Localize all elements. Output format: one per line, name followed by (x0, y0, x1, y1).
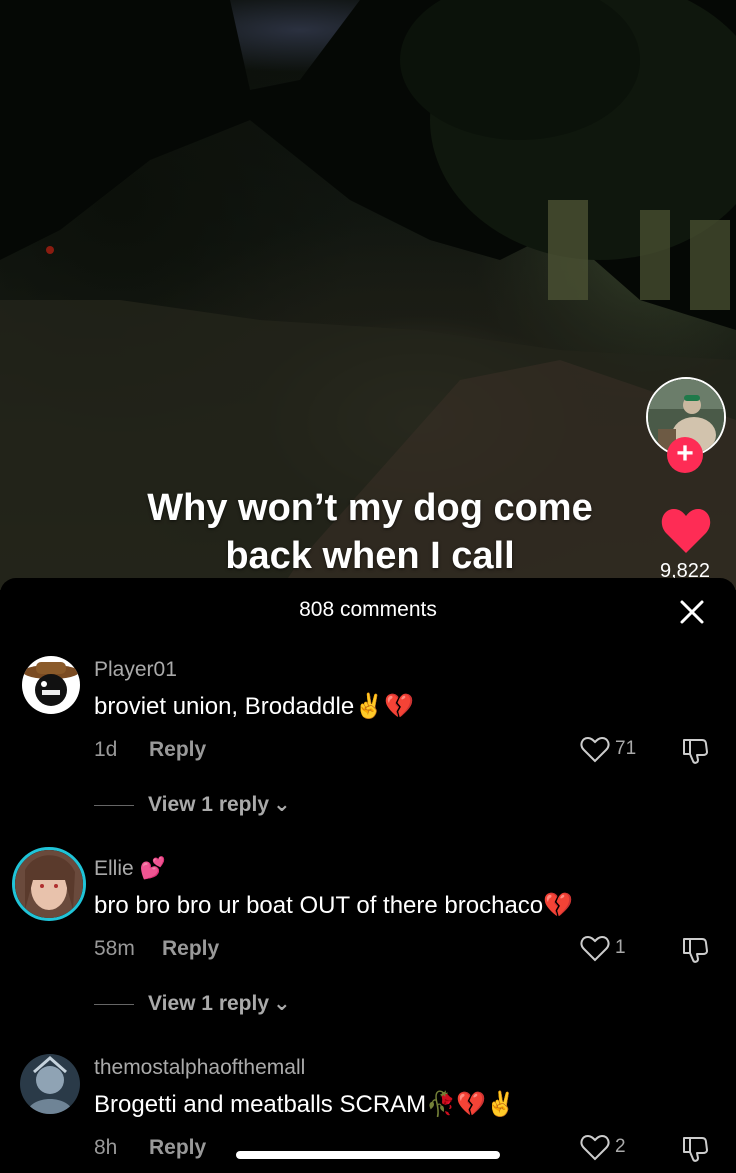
dislike-icon[interactable] (680, 935, 710, 965)
dislike-icon[interactable] (680, 1134, 710, 1164)
reply-button[interactable]: Reply (149, 738, 206, 762)
comment-like-count: 2 (615, 1136, 626, 1157)
divider (94, 804, 134, 806)
avatar[interactable] (20, 1054, 80, 1114)
comment-text: broviet union, Brodaddle✌️💔 (94, 693, 414, 720)
view-replies-label: View 1 reply (148, 992, 270, 1015)
chevron-down-icon: ⌄ (273, 793, 291, 816)
comment-username[interactable]: Player01 (94, 658, 177, 682)
avatar[interactable] (12, 847, 86, 921)
heart-outline-icon[interactable] (580, 1134, 610, 1162)
view-replies-label: View 1 reply (148, 793, 270, 816)
comment-text: Brogetti and meatballs SCRAM🥀💔✌️ (94, 1091, 516, 1118)
chevron-down-icon: ⌄ (273, 992, 291, 1015)
caption-line-1: Why won’t my dog come (147, 487, 593, 529)
heart-icon[interactable] (660, 507, 712, 555)
dislike-icon[interactable] (680, 736, 710, 766)
caption-line-2: back when I call (225, 535, 515, 577)
divider (94, 1003, 134, 1005)
comments-sheet: 808 comments Player01 broviet union, Bro… (0, 578, 736, 1173)
video-player[interactable]: Why won’t my dog come back when I call +… (0, 0, 736, 590)
close-icon[interactable] (676, 596, 708, 628)
comment-like-count: 1 (615, 937, 626, 958)
reply-button[interactable]: Reply (162, 937, 219, 961)
avatar-image (22, 656, 80, 714)
comment-time: 58m (94, 937, 135, 960)
comment-like-count: 71 (615, 738, 637, 759)
comment-text: bro bro bro ur boat OUT of there brochac… (94, 892, 574, 919)
follow-button[interactable]: + (667, 437, 703, 473)
video-caption: Why won’t my dog come back when I call (110, 484, 630, 580)
comment-username[interactable]: themostalphaofthemall (94, 1056, 305, 1080)
comment-time: 1d (94, 738, 118, 761)
comment-time: 8h (94, 1136, 118, 1159)
heart-outline-icon[interactable] (580, 935, 610, 963)
avatar-image (15, 850, 83, 918)
home-indicator[interactable] (236, 1151, 500, 1159)
view-replies-button[interactable]: View 1 reply ⌄ (94, 991, 291, 1016)
reply-button[interactable]: Reply (149, 1136, 206, 1160)
comment-username[interactable]: Ellie 💕 (94, 857, 166, 881)
heart-outline-icon[interactable] (580, 736, 610, 764)
avatar-image (20, 1054, 80, 1114)
view-replies-button[interactable]: View 1 reply ⌄ (94, 792, 291, 817)
comments-count-title: 808 comments (299, 598, 437, 621)
avatar[interactable] (22, 656, 80, 714)
